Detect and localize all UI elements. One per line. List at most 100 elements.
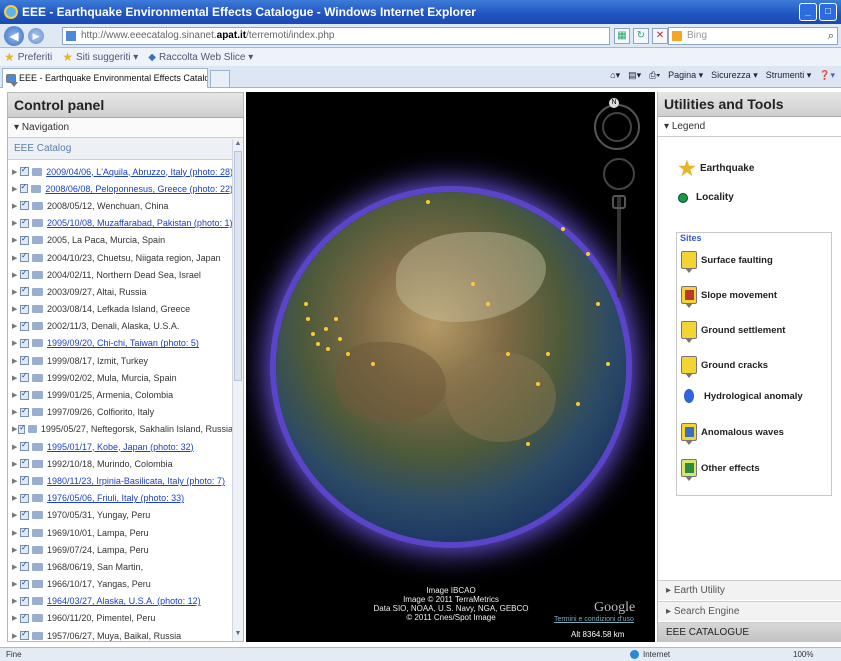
event-row[interactable]: ▶ 1957/06/27, Muya, Baikal, Russia [8,627,233,641]
event-checkbox[interactable] [20,578,29,589]
terms-link[interactable]: Termini e condizioni d'uso [554,616,634,623]
event-checkbox[interactable] [18,423,26,434]
earthquake-marker[interactable] [311,332,315,336]
expand-arrow-icon[interactable]: ▶ [12,597,20,605]
event-row[interactable]: ▶ 1964/03/27, Alaska, U.S.A. (photo: 12) [8,593,233,610]
earthquake-marker[interactable] [586,252,590,256]
legend-section[interactable]: ▾ Legend [658,117,841,137]
event-checkbox[interactable] [20,457,29,469]
look-control-inner[interactable] [602,112,632,142]
compat-view-icon[interactable]: ▦ [614,28,630,44]
earthquake-marker[interactable] [371,362,375,366]
expand-arrow-icon[interactable]: ▶ [12,168,20,176]
event-row[interactable]: ▶ 1995/01/17, Kobe, Japan (photo: 32) [8,438,233,455]
event-checkbox[interactable] [20,509,29,520]
scroll-up-icon[interactable]: ▲ [234,140,242,150]
event-row[interactable]: ▶ 2009/04/06, L'Aquila, Abruzzo, Italy (p… [8,163,233,180]
earthquake-marker[interactable] [546,352,550,356]
zoom-slider[interactable] [617,197,621,297]
earthquake-marker[interactable] [306,317,310,321]
back-button[interactable]: ◀ [4,25,24,46]
event-row[interactable]: ▶ 1969/10/01, Lampa, Peru [8,524,233,541]
search-input[interactable]: Bing ⌕ [668,27,838,45]
event-row[interactable]: ▶ 1960/11/20, Pimentel, Peru [8,610,233,627]
expand-arrow-icon[interactable]: ▶ [12,271,20,279]
expand-arrow-icon[interactable]: ▶ [12,632,20,640]
expand-arrow-icon[interactable]: ▶ [12,219,20,227]
address-bar[interactable]: http://www.eeecatalog.sinanet.apat.it/te… [62,27,610,45]
event-row[interactable]: ▶ 2005/10/08, Muzaffarabad, Pakistan (pho… [8,215,233,232]
expand-arrow-icon[interactable]: ▶ [12,305,20,313]
earthquake-marker[interactable] [561,227,565,231]
expand-arrow-icon[interactable]: ▶ [12,408,20,416]
event-checkbox[interactable] [20,440,29,452]
earthquake-marker[interactable] [536,382,540,386]
search-icon[interactable]: ⌕ [828,28,834,44]
home-icon[interactable]: ⌂▾ [610,70,620,81]
refresh-icon[interactable]: ↻ [633,28,649,44]
zoom-level[interactable]: 100% [793,648,813,661]
expand-arrow-icon[interactable]: ▶ [12,374,20,382]
event-row[interactable]: ▶ 2004/02/11, Northern Dead Sea, Israel [8,266,233,283]
expand-arrow-icon[interactable]: ▶ [12,580,20,588]
event-row[interactable]: ▶ 2004/10/23, Chuetsu, Niigata region, Ja… [8,249,233,266]
expand-arrow-icon[interactable]: ▶ [12,322,20,330]
globe-view[interactable]: N Image IBCAO Image © 2011 TerraMetrics … [246,92,655,642]
eee-catalogue-section[interactable]: EEE CATALOGUE [658,622,841,642]
event-checkbox[interactable] [19,182,29,194]
navigation-section[interactable]: ▾ Navigation [8,118,243,138]
earth-utility-section[interactable]: ▸ Earth Utility [658,580,841,600]
minimize-button[interactable]: _ [799,3,817,21]
event-row[interactable]: ▶ 1976/05/06, Friuli, Italy (photo: 33) [8,490,233,507]
expand-arrow-icon[interactable]: ▶ [12,288,20,296]
earthquake-marker[interactable] [304,302,308,306]
expand-arrow-icon[interactable]: ▶ [12,546,20,554]
event-checkbox[interactable] [20,543,29,555]
earthquake-marker[interactable] [346,352,350,356]
event-checkbox[interactable] [20,492,29,503]
event-row[interactable]: ▶ 1966/10/17, Yangas, Peru [8,576,233,593]
print-icon[interactable]: ⎙▾ [649,70,660,81]
page-menu[interactable]: Pagina ▾ [668,70,703,81]
earthquake-marker[interactable] [596,302,600,306]
feeds-icon[interactable]: ▤▾ [628,70,641,81]
event-checkbox[interactable] [20,303,29,314]
event-checkbox[interactable] [20,389,29,400]
event-row[interactable]: ▶ 2003/09/27, Altai, Russia [8,283,233,300]
event-row[interactable]: ▶ 1999/08/17, Izmit, Turkey [8,352,233,369]
event-row[interactable]: ▶ 1992/10/18, Murindo, Colombia [8,455,233,472]
event-row[interactable]: ▶ 2008/06/08, Peloponnesus, Greece (photo… [8,180,233,197]
expand-arrow-icon[interactable]: ▶ [12,614,20,622]
event-row[interactable]: ▶ 2008/05/12, Wenchuan, China [8,197,233,214]
event-row[interactable]: ▶ 1969/07/24, Lampa, Peru [8,541,233,558]
event-label[interactable]: 2008/06/08, Peloponnesus, Greece (photo:… [45,184,233,194]
expand-arrow-icon[interactable]: ▶ [12,494,20,502]
event-row[interactable]: ▶ 1968/06/19, San Martin, [8,558,233,575]
tab-eee[interactable]: EEE - Earthquake Environmental Effects C… [2,68,208,88]
expand-arrow-icon[interactable]: ▶ [12,357,20,365]
tools-menu[interactable]: Strumenti ▾ [766,70,812,81]
earthquake-marker[interactable] [338,337,342,341]
event-checkbox[interactable] [20,320,29,331]
event-label[interactable]: 1980/11/23, Irpinia-Basilicata, Italy (p… [47,476,225,486]
event-checkbox[interactable] [20,285,29,297]
expand-arrow-icon[interactable]: ▶ [12,254,20,262]
event-row[interactable]: ▶ 1980/11/23, Irpinia-Basilicata, Italy (… [8,472,233,489]
earthquake-marker[interactable] [486,302,490,306]
expand-arrow-icon[interactable]: ▶ [12,529,20,537]
event-row[interactable]: ▶ 1999/01/25, Armenia, Colombia [8,386,233,403]
earthquake-marker[interactable] [526,442,530,446]
earthquake-marker[interactable] [326,347,330,351]
expand-arrow-icon[interactable]: ▶ [12,477,20,485]
earthquake-marker[interactable] [576,402,580,406]
event-row[interactable]: ▶1995/05/27, Neftegorsk, Sakhalin Island… [8,421,233,438]
event-row[interactable]: ▶ 2003/08/14, Lefkada Island, Greece [8,301,233,318]
event-label[interactable]: 1964/03/27, Alaska, U.S.A. (photo: 12) [47,596,201,606]
event-checkbox[interactable] [20,595,29,606]
event-row[interactable]: ▶ 2005, La Paca, Murcia, Spain [8,232,233,249]
stop-icon[interactable]: ✕ [652,28,668,44]
earthquake-marker[interactable] [426,200,430,204]
event-checkbox[interactable] [20,406,29,417]
expand-arrow-icon[interactable]: ▶ [12,511,20,519]
compass-north-icon[interactable]: N [609,98,619,108]
